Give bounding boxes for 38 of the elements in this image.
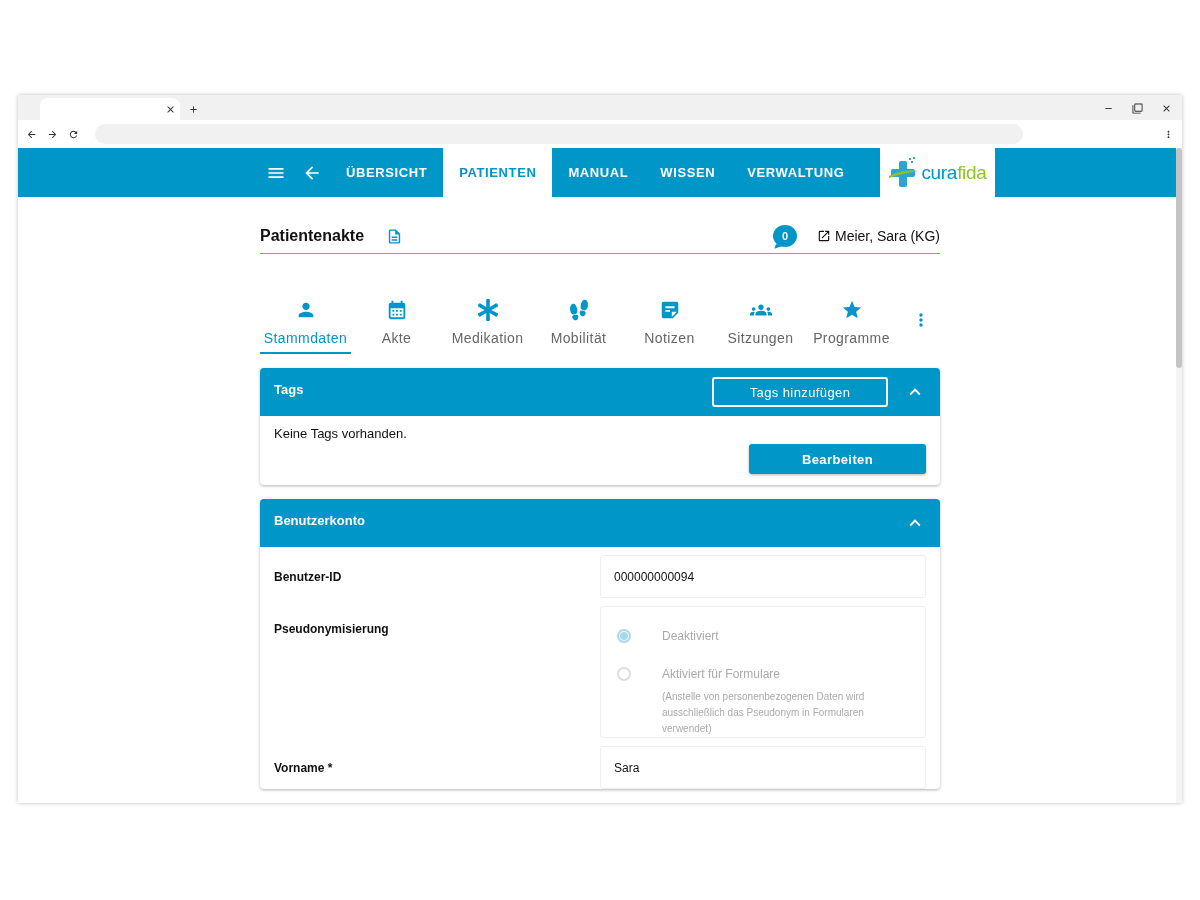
- panel-title: Tags: [274, 381, 304, 397]
- nav-tab[interactable]: ÜBERSICHT: [330, 148, 444, 197]
- record-tab[interactable]: Mobilität: [533, 298, 624, 354]
- nav-tab[interactable]: PATIENTEN: [443, 148, 553, 197]
- record-tab[interactable]: Akte: [351, 298, 442, 354]
- radio-label: Deaktiviert: [662, 629, 720, 643]
- logo-text: curafida: [921, 161, 987, 184]
- input-field[interactable]: 000000000094: [600, 555, 926, 598]
- external-link-icon: [816, 229, 831, 243]
- option-note: (Anstelle von personenbezogenen Daten wird ausschließlich das Pseudonym in Formularen verwendet): [662, 690, 866, 736]
- radio-label: Aktiviert für Formulare: [662, 667, 782, 681]
- record-tab[interactable]: Stammdaten: [260, 298, 351, 354]
- asterisk-icon: [476, 298, 499, 322]
- nav-tab[interactable]: MANUAL: [552, 148, 645, 197]
- reload-icon[interactable]: [68, 128, 79, 140]
- field-label: Pseudonymisierung: [274, 621, 390, 636]
- record-tab[interactable]: Sitzungen: [715, 298, 806, 354]
- scrollbar[interactable]: [1176, 148, 1182, 803]
- new-tab-icon[interactable]: [188, 104, 199, 115]
- empty-message: Keine Tags vorhanden.: [274, 426, 408, 441]
- page-title: Patientenakte: [260, 227, 365, 245]
- panel-title: Benutzerkonto: [274, 512, 365, 528]
- field-label: Benutzer-ID: [274, 569, 343, 584]
- input-field[interactable]: Sara: [600, 746, 926, 789]
- close-icon[interactable]: [1161, 103, 1172, 114]
- field-label: Vorname *: [274, 760, 334, 775]
- record-tab[interactable]: Medikation: [442, 298, 533, 354]
- nav-tab[interactable]: WISSEN: [644, 148, 732, 197]
- add-tags-button[interactable]: Tags hinzufügen: [712, 377, 888, 407]
- back-icon[interactable]: [26, 128, 37, 140]
- record-tab[interactable]: Programme: [806, 298, 897, 354]
- restore-icon[interactable]: [1132, 103, 1143, 114]
- edit-button[interactable]: Bearbeiten: [749, 444, 926, 474]
- nav-tab[interactable]: VERWALTUNG: [731, 148, 861, 197]
- forward-icon[interactable]: [47, 128, 58, 140]
- footprints-icon: [567, 298, 590, 322]
- message-badge[interactable]: 0: [772, 225, 797, 247]
- record-tab[interactable]: Notizen: [624, 298, 715, 354]
